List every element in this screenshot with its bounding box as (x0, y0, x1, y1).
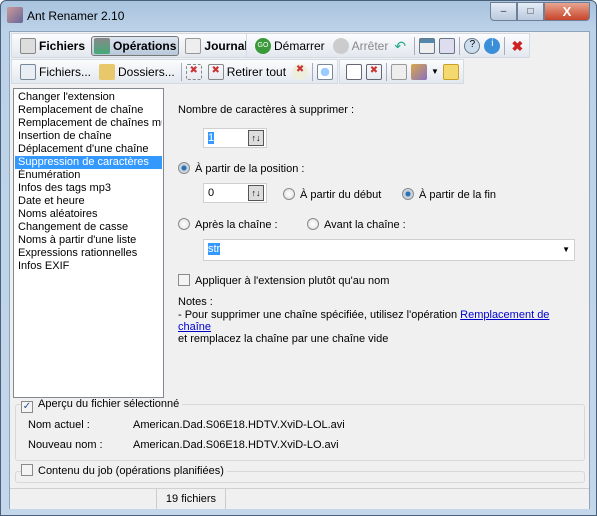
operation-list-item[interactable]: Changer l'extension (15, 91, 162, 104)
folder-icon (99, 63, 116, 80)
help-icon[interactable]: ? (464, 37, 481, 54)
remove-all-button[interactable]: ✖ Retirer tout (206, 63, 288, 81)
journal-icon (185, 37, 202, 54)
undo-icon[interactable]: ↶ (394, 38, 410, 54)
operation-list-item[interactable]: Changement de casse (15, 221, 162, 234)
files-icon (20, 37, 36, 54)
add-folders-button[interactable]: Dossiers... (97, 63, 177, 81)
radio-checked (178, 162, 190, 174)
chevron-down-icon[interactable]: ▼ (562, 245, 570, 254)
operation-list-item[interactable]: Remplacement de chaîne (15, 104, 162, 117)
window-icon[interactable] (419, 37, 436, 54)
search-icon[interactable] (317, 63, 334, 80)
from-position-radio[interactable]: À partir de la position : (178, 162, 304, 175)
from-end-radio[interactable]: À partir de la fin (402, 188, 496, 201)
count-label: Nombre de caractères à supprimer : (178, 104, 355, 116)
add-files-button[interactable]: Fichiers... (18, 63, 93, 81)
operation-list-item[interactable]: Date et heure (15, 195, 162, 208)
position-spinner[interactable]: 0 ↑↓ (203, 183, 267, 203)
operation-list-item[interactable]: Énumération (15, 169, 162, 182)
operation-list-item[interactable]: Remplacement de chaînes multiples (15, 117, 162, 130)
add-file-icon (20, 63, 36, 80)
status-bar: 19 fichiers (10, 488, 589, 509)
operation-list-item[interactable]: Déplacement d'une chaîne (15, 143, 162, 156)
separator (312, 62, 314, 81)
add-to-batch-icon[interactable] (346, 63, 362, 80)
minimize-button[interactable]: – (490, 2, 517, 21)
apply-extension-checkbox[interactable]: Appliquer à l'extension plutôt qu'au nom (178, 274, 389, 287)
app-window: Ant Renamer 2.10 – □ X Fichiers Opératio… (0, 0, 597, 516)
tab-journal[interactable]: Journal (183, 37, 249, 55)
app-icon (7, 7, 23, 23)
before-string-radio[interactable]: Avant la chaîne : (307, 218, 406, 231)
tools-icon (94, 37, 111, 54)
separator (180, 62, 182, 81)
close-button[interactable]: X (544, 2, 590, 21)
operation-list-item[interactable]: Infos EXIF (15, 260, 162, 273)
go-icon: GO (255, 37, 271, 54)
operation-list-item[interactable]: Noms à partir d'une liste (15, 234, 162, 247)
batch-toolbar: ✖ ▼ (339, 59, 464, 84)
info-icon[interactable]: i (484, 37, 501, 54)
new-name-label: Nouveau nom : (28, 439, 103, 451)
current-name-value: American.Dad.S06E18.HDTV.XviD-LOL.avi (133, 419, 345, 431)
operations-list[interactable]: Changer l'extension Remplacement de chaîn… (13, 88, 164, 398)
start-button[interactable]: GO Démarrer (253, 37, 327, 55)
spin-arrows-icon[interactable]: ↑↓ (248, 185, 264, 201)
remove-all-icon: ✖ (207, 63, 224, 80)
operation-list-item[interactable]: Suppression de caractères (15, 156, 162, 169)
clear-batch-icon[interactable]: ✖ (366, 63, 382, 80)
from-start-radio[interactable]: À partir du début (283, 188, 381, 201)
current-name-label: Nom actuel : (28, 419, 90, 431)
spin-arrows-icon[interactable]: ↑↓ (248, 130, 264, 146)
new-icon[interactable] (391, 63, 407, 80)
action-toolbar: GO Démarrer Arrêter ↶ ? i ✖ (246, 33, 531, 58)
save-icon[interactable] (442, 63, 459, 80)
tab-files[interactable]: Fichiers (18, 37, 87, 55)
job-checkbox[interactable]: Contenu du job (opérations planifiées) (21, 464, 227, 477)
window-title: Ant Renamer 2.10 (27, 9, 125, 23)
view-toolbar: Fichiers Opérations Journal (11, 33, 255, 58)
settings-icon[interactable] (439, 37, 456, 54)
separator (414, 36, 416, 55)
separator (459, 36, 461, 55)
file-count: 19 fichiers (156, 489, 226, 509)
tab-operations[interactable]: Opérations (91, 35, 180, 56)
open-icon[interactable] (411, 63, 427, 80)
client-area: Fichiers Opérations Journal GO Démarrer A… (9, 31, 590, 509)
separator (504, 36, 506, 55)
preview-checkbox[interactable]: ✓ Aperçu du fichier sélectionné (21, 398, 183, 413)
operation-list-item[interactable]: Noms aléatoires (15, 208, 162, 221)
after-string-radio[interactable]: Après la chaîne : (178, 218, 278, 231)
remove-selected-icon[interactable]: ✖ (185, 63, 202, 80)
new-name-value: American.Dad.S06E18.HDTV.XviD-LO.avi (133, 439, 339, 451)
stop-button[interactable]: Arrêter (331, 37, 391, 55)
dropdown-arrow-icon[interactable]: ▼ (431, 67, 439, 76)
remove-dead-icon[interactable]: ✖ (292, 63, 309, 80)
files-toolbar: Fichiers... Dossiers... ✖ ✖ Retirer tout … (11, 59, 339, 84)
operation-list-item[interactable]: Infos des tags mp3 (15, 182, 162, 195)
separator (386, 62, 387, 81)
exit-icon[interactable]: ✖ (509, 38, 525, 54)
operation-list-item[interactable]: Expressions rationnelles (15, 247, 162, 260)
string-combobox[interactable]: str ▼ (203, 239, 575, 261)
maximize-button[interactable]: □ (517, 2, 544, 21)
notes-text: - Pour supprimer une chaîne spécifiée, u… (178, 309, 550, 345)
stop-icon (332, 37, 349, 54)
notes-text-2: et remplacez la chaîne par une chaîne vi… (178, 333, 389, 345)
notes-title: Notes : (178, 296, 213, 308)
count-spinner[interactable]: 1 ↑↓ (203, 128, 267, 148)
operation-list-item[interactable]: Insertion de chaîne (15, 130, 162, 143)
